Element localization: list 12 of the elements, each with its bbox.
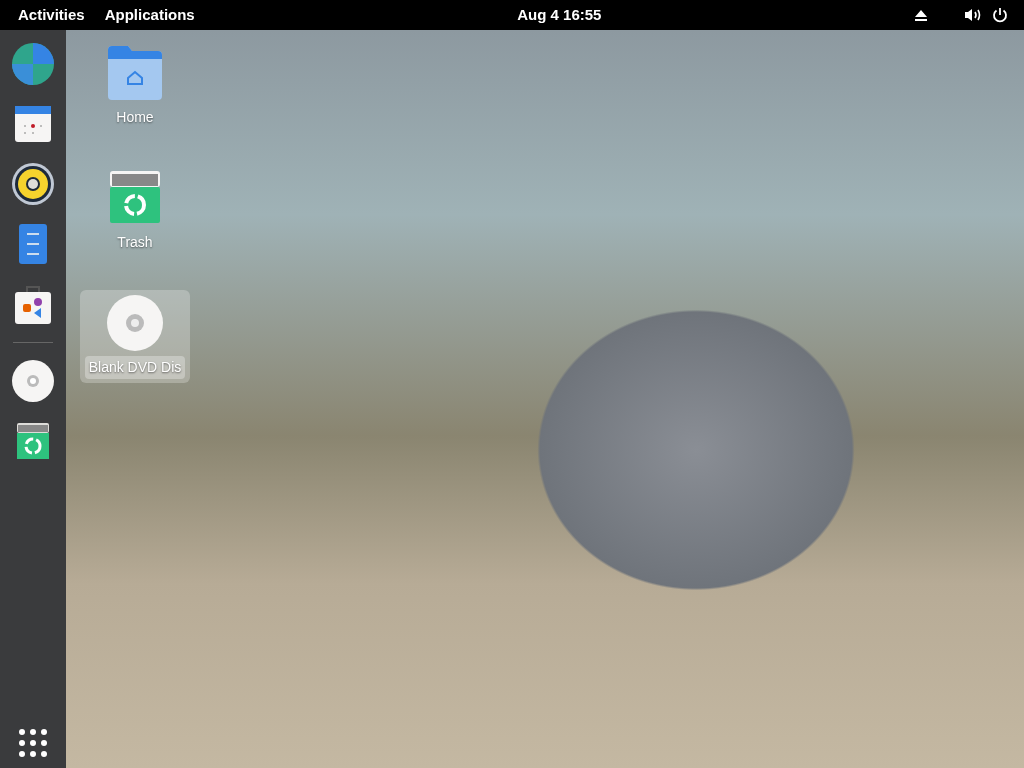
activities-button[interactable]: Activities: [8, 0, 95, 30]
volume-icon[interactable]: [964, 8, 982, 22]
speaker-icon[interactable]: [11, 162, 55, 206]
disc-icon[interactable]: [11, 359, 55, 403]
app-grid-icon[interactable]: [18, 728, 48, 758]
eject-icon[interactable]: [914, 8, 928, 22]
clock[interactable]: Aug 4 16:55: [507, 0, 612, 30]
globe-icon[interactable]: [11, 42, 55, 86]
power-icon[interactable]: [992, 7, 1008, 23]
disc-icon: [106, 294, 164, 352]
applications-menu[interactable]: Applications: [94, 0, 205, 30]
folder-icon: [106, 44, 164, 102]
